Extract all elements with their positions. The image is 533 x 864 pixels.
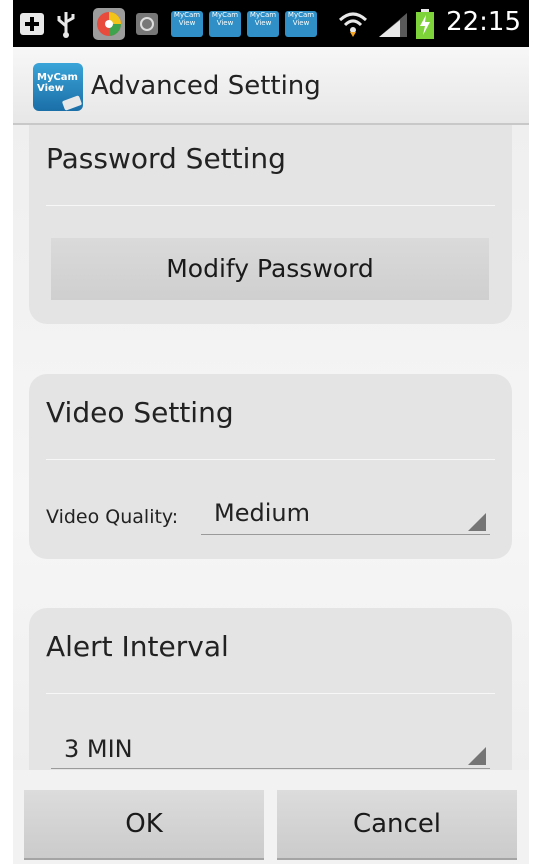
signal-icon <box>379 13 407 37</box>
page-title: Advanced Setting <box>91 71 321 101</box>
alert-section-title: Alert Interval <box>46 630 229 663</box>
wifi-icon <box>338 12 368 37</box>
mycam-view-icon: MyCam View <box>247 11 279 37</box>
mycam-view-icon: MyCam View <box>209 11 241 37</box>
video-quality-dropdown[interactable]: Medium <box>201 494 490 535</box>
app-logo-text: MyCam View <box>37 72 78 94</box>
dropdown-arrow-icon <box>468 513 486 531</box>
section-divider <box>46 205 495 206</box>
mycam-view-icon: MyCam View <box>285 11 317 37</box>
alert-interval-value: 3 MIN <box>64 735 133 763</box>
password-setting-card: Password Setting Modify Password <box>29 125 512 324</box>
video-quality-label: Video Quality: <box>46 506 179 528</box>
usb-icon <box>57 12 75 38</box>
modify-password-button[interactable]: Modify Password <box>51 238 489 300</box>
app-logo-icon[interactable]: MyCam View <box>33 63 83 111</box>
settings-scroll-area[interactable]: Password Setting Modify Password Video S… <box>13 125 529 770</box>
ok-button[interactable]: OK <box>24 790 264 860</box>
screen: MyCam View MyCam View MyCam View MyCam V… <box>13 0 529 864</box>
alert-interval-dropdown[interactable]: 3 MIN <box>51 728 490 769</box>
alert-interval-card: Alert Interval 3 MIN <box>29 608 512 770</box>
dropdown-arrow-icon <box>468 747 486 765</box>
section-divider <box>46 459 495 460</box>
battery-charging-icon <box>416 9 434 39</box>
status-bar: MyCam View MyCam View MyCam View MyCam V… <box>13 0 529 47</box>
video-section-title: Video Setting <box>46 396 234 429</box>
mycam-view-icon: MyCam View <box>171 11 203 37</box>
password-section-title: Password Setting <box>46 142 286 175</box>
cancel-button[interactable]: Cancel <box>277 790 517 860</box>
color-app-icon <box>93 8 125 40</box>
video-quality-value: Medium <box>214 499 310 527</box>
camera-shape <box>61 95 83 111</box>
clock: 22:15 <box>446 7 521 37</box>
camera-icon <box>136 13 158 35</box>
dialog-button-bar: OK Cancel <box>13 770 529 864</box>
add-icon <box>20 13 44 35</box>
action-bar: MyCam View Advanced Setting <box>13 47 529 125</box>
section-divider <box>46 693 495 694</box>
video-setting-card: Video Setting Video Quality: Medium <box>29 374 512 559</box>
